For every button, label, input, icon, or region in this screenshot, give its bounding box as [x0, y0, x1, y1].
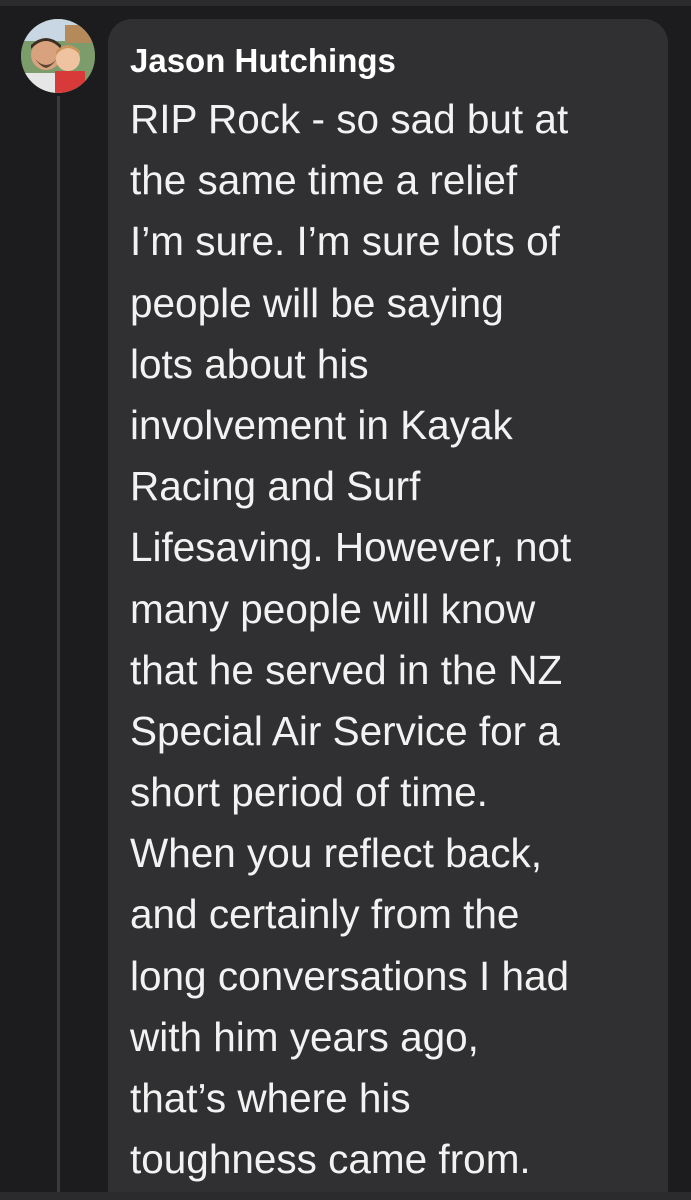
comment-line: that’s where his	[130, 1075, 411, 1121]
comment-line: the same time a relief	[130, 157, 518, 204]
comment-line: When you reflect back,	[130, 830, 542, 877]
comment-line: Racing and Surf	[130, 463, 421, 510]
comment-line: Lifesaving. However, not	[130, 524, 572, 571]
bottom-divider	[0, 1192, 691, 1200]
comment-line: RIP Rock - so sad but at	[130, 96, 569, 142]
comment-line: Special Air Service for a	[130, 707, 560, 754]
comment-line: many people will know	[130, 585, 536, 632]
comment-line: toughness came from.	[130, 1136, 531, 1183]
comment-line: I’m sure. I’m sure lots of	[130, 218, 560, 265]
comment-line: short period of time.	[130, 769, 488, 816]
comment-bubble: Jason Hutchings RIP Rock - so sad but at…	[108, 19, 668, 1200]
comment-text: RIP Rock - so sad but at the same time a…	[130, 89, 571, 1190]
comment-line: and certainly from the	[130, 891, 520, 938]
comment-line: long conversations I had	[130, 952, 570, 999]
comment-line: with him years ago,	[130, 1013, 479, 1060]
comment-line: that he served in the NZ	[130, 646, 563, 693]
top-divider	[0, 0, 691, 6]
comment-line: lots about his	[130, 340, 369, 387]
comment-thread-screen: Jason Hutchings RIP Rock - so sad but at…	[0, 0, 691, 1200]
profile-photo-icon	[21, 19, 95, 93]
comment-line: involvement in Kayak	[130, 401, 513, 448]
author-name[interactable]: Jason Hutchings	[130, 41, 396, 81]
avatar[interactable]	[21, 19, 95, 93]
comment-line: people will be saying	[130, 279, 504, 326]
reply-thread-line	[57, 96, 60, 1200]
